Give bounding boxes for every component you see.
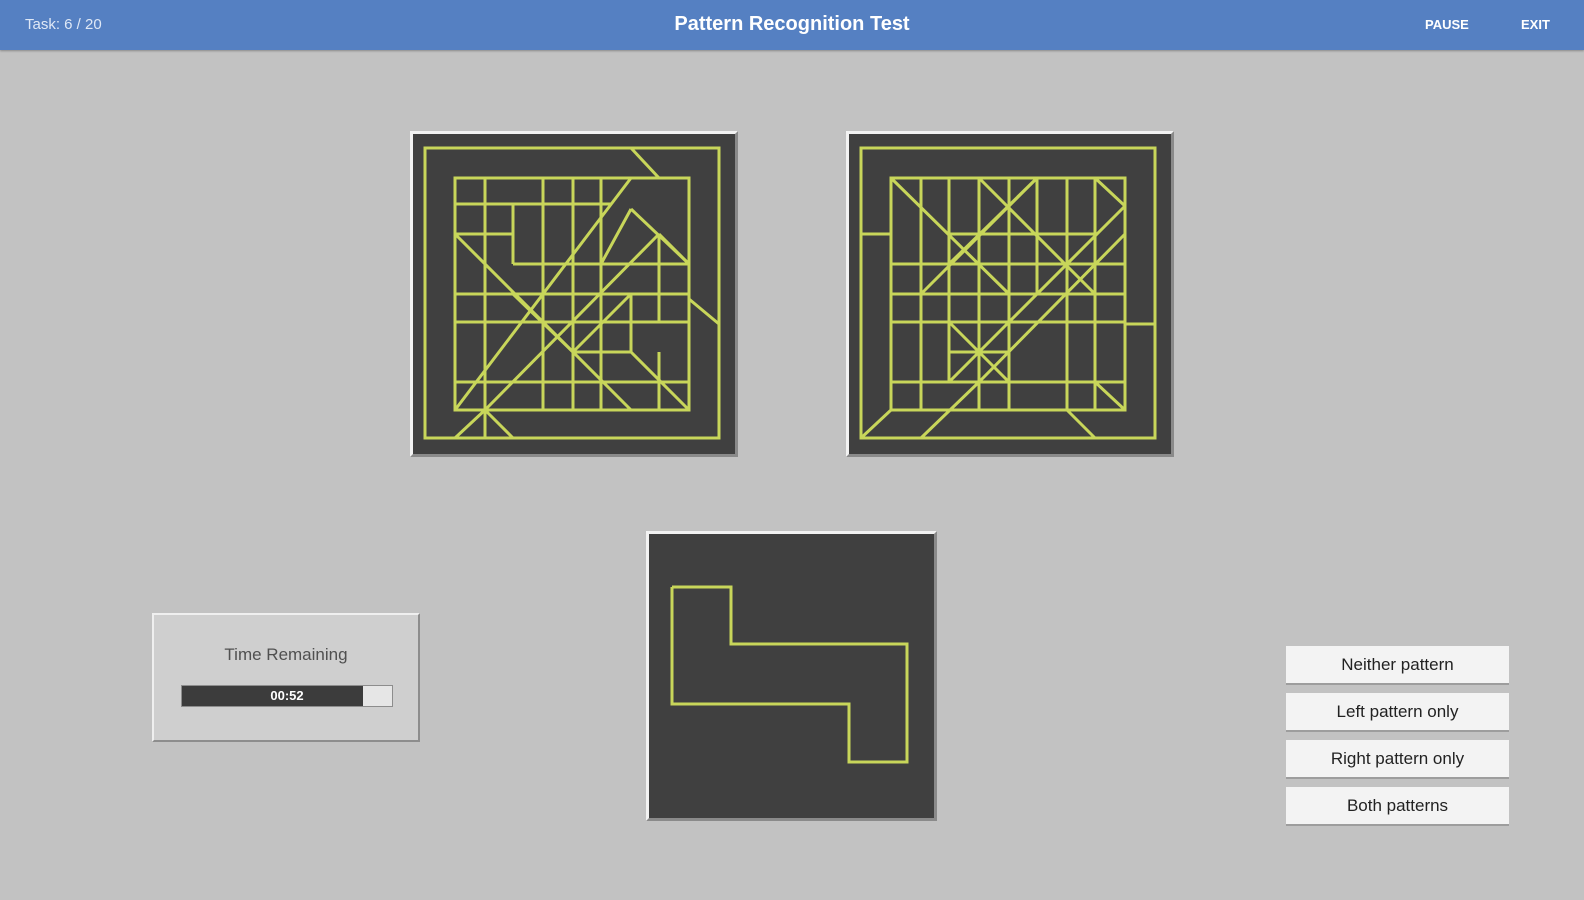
right-pattern-panel — [846, 131, 1174, 457]
timer-value: 00:52 — [270, 688, 304, 703]
right-pattern-image — [859, 146, 1157, 440]
page-title: Pattern Recognition Test — [674, 13, 910, 35]
left-pattern-panel — [410, 131, 738, 457]
timer-label: Time Remaining — [224, 645, 348, 664]
right-pattern-only-button[interactable]: Right pattern only — [1286, 740, 1509, 779]
timer-progress-bar: 00:52 — [181, 685, 393, 707]
neither-pattern-button[interactable]: Neither pattern — [1286, 646, 1509, 685]
target-shape-image — [670, 585, 909, 764]
target-shape-panel — [646, 531, 937, 821]
exit-button[interactable]: EXIT — [1521, 17, 1550, 32]
top-bar: Task: 6 / 20 Pattern Recognition Test PA… — [0, 0, 1584, 50]
left-pattern-image — [423, 146, 721, 440]
answer-options: Neither pattern Left pattern only Right … — [1286, 646, 1509, 834]
timer-panel: Time Remaining 00:52 — [152, 613, 420, 742]
pause-button[interactable]: PAUSE — [1425, 17, 1469, 32]
left-pattern-only-button[interactable]: Left pattern only — [1286, 693, 1509, 732]
both-patterns-button[interactable]: Both patterns — [1286, 787, 1509, 826]
